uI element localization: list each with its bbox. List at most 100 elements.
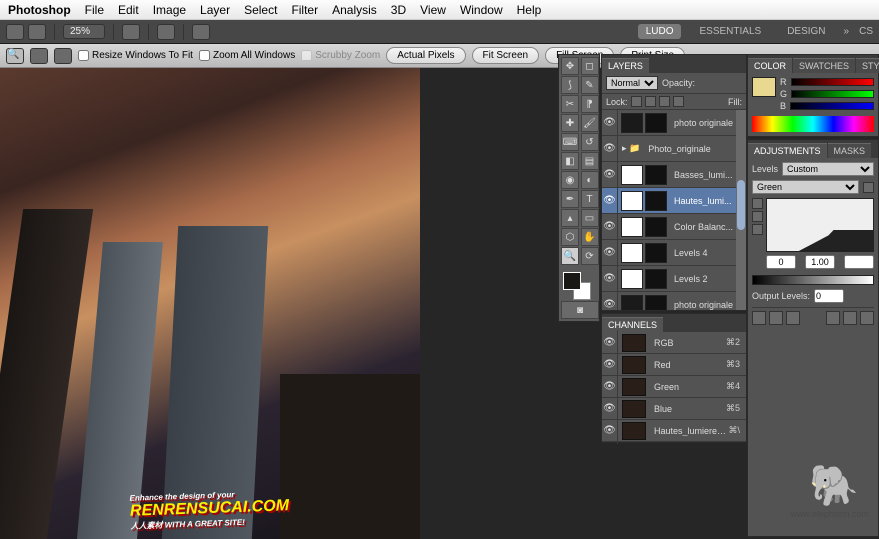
- channel-row[interactable]: 👁 Blue ⌘5: [602, 398, 746, 420]
- eraser-tool-icon[interactable]: ◧: [561, 152, 579, 170]
- g-slider[interactable]: [791, 90, 874, 98]
- white-eyedropper-icon[interactable]: [752, 224, 763, 235]
- layer-name[interactable]: Basses_lumi...: [670, 170, 746, 180]
- layer-visibility-icon[interactable]: 👁: [602, 292, 618, 311]
- lock-position-icon[interactable]: [659, 96, 670, 107]
- input-black-point[interactable]: [766, 255, 796, 269]
- layer-mask-thumbnail[interactable]: [645, 165, 667, 185]
- dodge-tool-icon[interactable]: ◐: [581, 171, 599, 189]
- shape-tool-icon[interactable]: ▭: [581, 209, 599, 227]
- history-brush-tool-icon[interactable]: ↺: [581, 133, 599, 151]
- layer-mask-thumbnail[interactable]: [645, 269, 667, 289]
- layer-thumbnail[interactable]: [621, 217, 643, 237]
- layer-row[interactable]: 👁 Levels 2: [602, 266, 746, 292]
- input-white-point[interactable]: [844, 255, 874, 269]
- menu-window[interactable]: Window: [460, 3, 503, 17]
- color-swatches[interactable]: [561, 270, 599, 300]
- layers-scrollbar[interactable]: [736, 110, 746, 310]
- layer-row[interactable]: 👁 photo originale cop: [602, 110, 746, 136]
- histogram[interactable]: [766, 198, 874, 252]
- layer-visibility-icon[interactable]: 👁: [602, 110, 618, 136]
- lock-transparency-icon[interactable]: [631, 96, 642, 107]
- workspace-design[interactable]: DESIGN: [779, 24, 833, 39]
- workspace-essentials[interactable]: ESSENTIALS: [691, 24, 769, 39]
- rotate-view-tool-icon[interactable]: ⟳: [581, 247, 599, 265]
- move-tool-icon[interactable]: ✥: [561, 57, 579, 75]
- menu-3d[interactable]: 3D: [391, 3, 406, 17]
- workspace-more-icon[interactable]: »: [844, 26, 850, 37]
- layer-mask-thumbnail[interactable]: [645, 191, 667, 211]
- auto-icon[interactable]: [863, 182, 874, 193]
- view-extras-icon[interactable]: [122, 24, 140, 40]
- bridge-icon[interactable]: [6, 24, 24, 40]
- layer-row[interactable]: 👁 Hautes_lumi...: [602, 188, 746, 214]
- type-tool-icon[interactable]: T: [581, 190, 599, 208]
- arrange-docs-icon[interactable]: [157, 24, 175, 40]
- zoom-level-select[interactable]: 25%: [63, 24, 105, 39]
- path-select-tool-icon[interactable]: ▴: [561, 209, 579, 227]
- layer-mask-thumbnail[interactable]: [645, 217, 667, 237]
- screen-mode-icon[interactable]: [192, 24, 210, 40]
- crop-tool-icon[interactable]: ✂: [561, 95, 579, 113]
- layer-mask-thumbnail[interactable]: [645, 295, 667, 311]
- lasso-tool-icon[interactable]: ⟆: [561, 76, 579, 94]
- workspace-ludo[interactable]: LUDO: [638, 24, 682, 39]
- 3d-tool-icon[interactable]: ⬡: [561, 228, 579, 246]
- layer-thumbnail[interactable]: [621, 165, 643, 185]
- black-eyedropper-icon[interactable]: [752, 198, 763, 209]
- layer-row[interactable]: 👁 Levels 4: [602, 240, 746, 266]
- menu-image[interactable]: Image: [153, 3, 186, 17]
- layer-name[interactable]: Color Balanc...: [670, 222, 746, 232]
- zoom-in-icon[interactable]: [30, 48, 48, 64]
- b-slider[interactable]: [790, 102, 874, 110]
- document-image[interactable]: Enhance the design of your RENRENSUCAI.C…: [0, 68, 420, 539]
- layer-row[interactable]: 👁 Color Balanc...: [602, 214, 746, 240]
- tab-layers[interactable]: LAYERS: [602, 58, 649, 73]
- tab-adjustments[interactable]: ADJUSTMENTS: [748, 143, 827, 158]
- zoom-all-checkbox[interactable]: Zoom All Windows: [199, 50, 295, 61]
- stamp-tool-icon[interactable]: ⌨: [561, 133, 579, 151]
- layer-mask-thumbnail[interactable]: [645, 113, 667, 133]
- menu-filter[interactable]: Filter: [291, 3, 318, 17]
- input-gamma[interactable]: [805, 255, 835, 269]
- layer-name[interactable]: photo originale cop: [670, 118, 746, 128]
- layer-name[interactable]: Hautes_lumi...: [670, 196, 746, 206]
- zoom-out-icon[interactable]: [54, 48, 72, 64]
- menu-analysis[interactable]: Analysis: [332, 3, 377, 17]
- tab-masks[interactable]: MASKS: [828, 143, 872, 158]
- reset-icon[interactable]: [843, 311, 857, 325]
- layer-visibility-icon[interactable]: 👁: [602, 136, 618, 162]
- scrubby-zoom-checkbox[interactable]: Scrubby Zoom: [301, 50, 380, 61]
- layer-thumbnail[interactable]: [621, 113, 643, 133]
- layer-visibility-icon[interactable]: 👁: [602, 266, 618, 292]
- channel-row[interactable]: 👁 Green ⌘4: [602, 376, 746, 398]
- layer-visibility-icon[interactable]: 👁: [602, 240, 618, 266]
- resize-windows-checkbox[interactable]: Resize Windows To Fit: [78, 50, 193, 61]
- layer-name[interactable]: photo originale: [670, 300, 746, 310]
- layer-thumbnail[interactable]: [621, 243, 643, 263]
- preset-select[interactable]: Custom: [782, 162, 874, 176]
- clip-icon[interactable]: [769, 311, 783, 325]
- channel-row[interactable]: 👁 Hautes_lumieres Mask ⌘\: [602, 420, 746, 442]
- pen-tool-icon[interactable]: ✒: [561, 190, 579, 208]
- eyedropper-tool-icon[interactable]: ⁋: [581, 95, 599, 113]
- layer-visibility-icon[interactable]: 👁: [602, 214, 618, 240]
- color-swatch-fg[interactable]: [752, 77, 776, 97]
- blend-mode-select[interactable]: Normal: [606, 76, 658, 90]
- channel-visibility-icon[interactable]: 👁: [602, 418, 618, 444]
- lock-image-icon[interactable]: [645, 96, 656, 107]
- marquee-tool-icon[interactable]: ◻: [581, 57, 599, 75]
- fit-screen-button[interactable]: Fit Screen: [472, 47, 540, 64]
- blur-tool-icon[interactable]: ◉: [561, 171, 579, 189]
- channel-row[interactable]: 👁 RGB ⌘2: [602, 332, 746, 354]
- channel-select[interactable]: Green: [752, 180, 859, 194]
- gradient-tool-icon[interactable]: ▤: [581, 152, 599, 170]
- return-icon[interactable]: [752, 311, 766, 325]
- layer-row[interactable]: 👁 Basses_lumi...: [602, 162, 746, 188]
- menu-file[interactable]: File: [85, 3, 104, 17]
- menu-view[interactable]: View: [420, 3, 446, 17]
- prev-state-icon[interactable]: [826, 311, 840, 325]
- brush-tool-icon[interactable]: 🖌: [581, 114, 599, 132]
- layer-visibility-icon[interactable]: 👁: [602, 188, 618, 214]
- eye-icon[interactable]: [786, 311, 800, 325]
